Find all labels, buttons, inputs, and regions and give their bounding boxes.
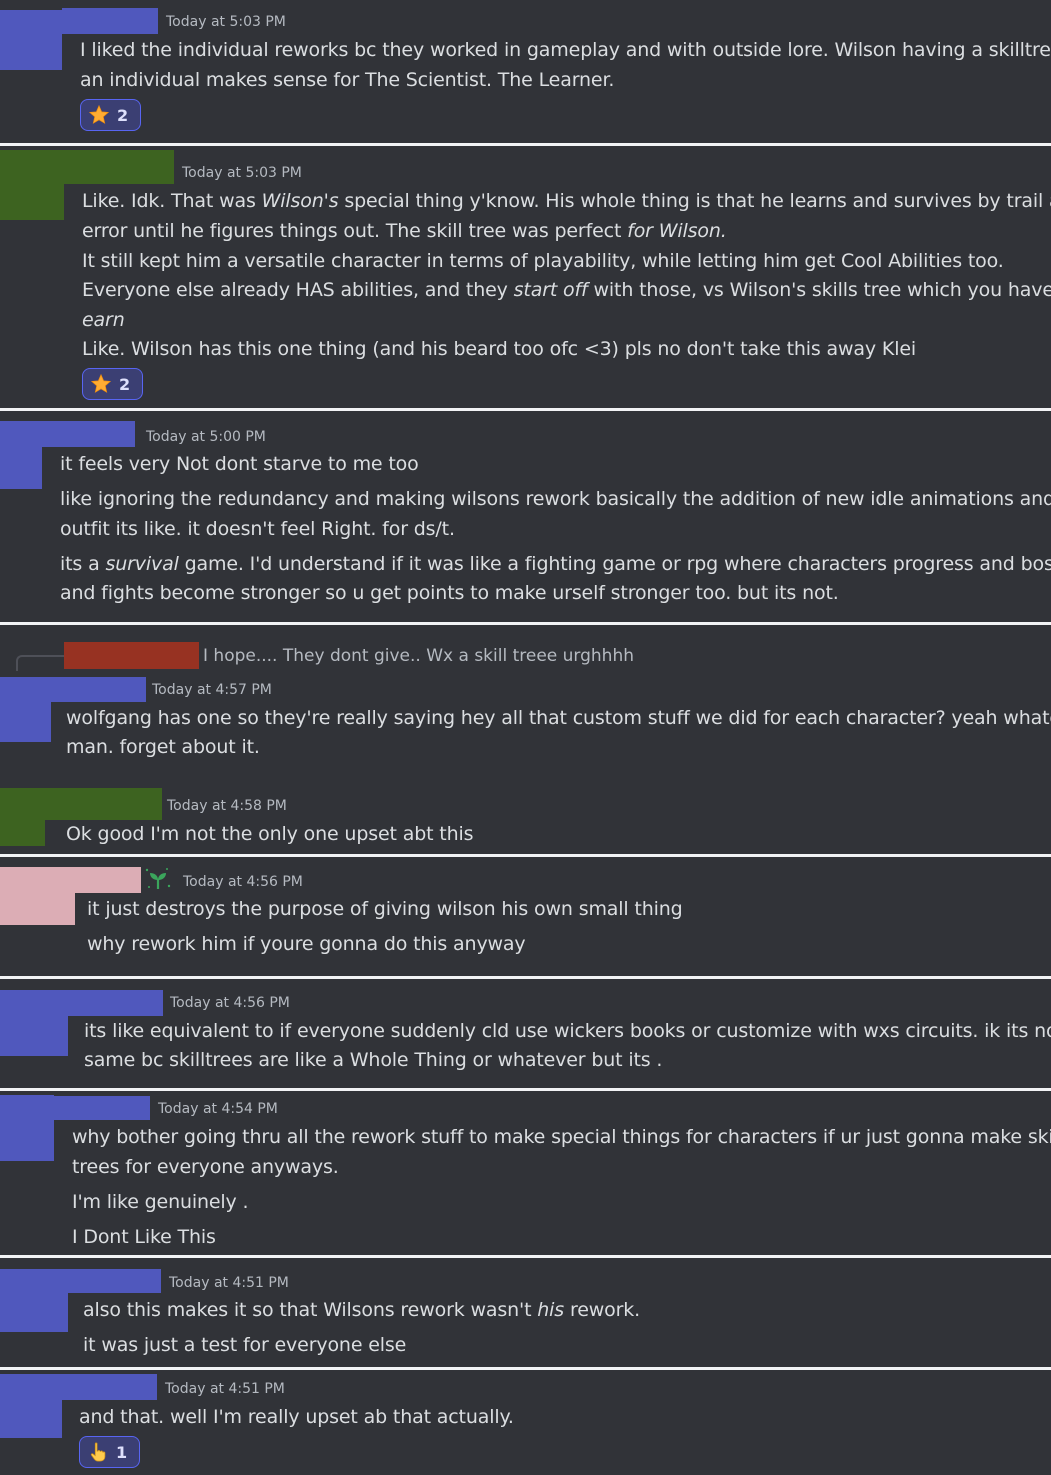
message-text: Ok good I'm not the only one upset abt t…: [66, 823, 474, 845]
message-text: why bother going thru all the rework stu…: [72, 1126, 1051, 1148]
message-text: error until he figures things out. The s…: [82, 220, 727, 242]
message-text: its like equivalent to if everyone sudde…: [84, 1020, 1051, 1042]
star-icon: [88, 104, 110, 124]
message-text: It still kept him a versatile character …: [82, 250, 1004, 272]
redacted-avatar: [0, 1095, 54, 1161]
reply-connector: [16, 655, 64, 671]
reaction-button[interactable]: 2: [80, 99, 141, 131]
reaction-count: 1: [116, 1442, 128, 1462]
message-text: earn: [82, 309, 125, 331]
chat-message: Today at 4:56 PM its like equivalent to …: [0, 979, 1051, 1088]
redacted-username: [62, 8, 158, 34]
reaction-button[interactable]: 2: [82, 368, 143, 400]
chat-message: Today at 4:56 PM it just destroys the pu…: [0, 857, 1051, 976]
message-timestamp: Today at 4:56 PM: [170, 995, 290, 1011]
message-text: Like. Idk. That was Wilson's special thi…: [82, 190, 1051, 212]
message-text: Everyone else already HAS abilities, and…: [82, 279, 1051, 301]
redacted-replied-username: [64, 642, 199, 669]
message-text: man. forget about it.: [66, 736, 260, 758]
chat-message: Today at 4:58 PM Ok good I'm not the onl…: [0, 775, 1051, 854]
redacted-avatar: [0, 788, 45, 846]
message-text: an individual makes sense for The Scient…: [80, 69, 615, 91]
chat-message: Today at 5:03 PM I liked the individual …: [0, 0, 1051, 143]
message-text: why rework him if youre gonna do this an…: [87, 933, 526, 955]
reaction-button[interactable]: 1: [79, 1436, 140, 1468]
redacted-username: [75, 867, 141, 893]
chat-message: Today at 5:03 PM Like. Idk. That was Wil…: [0, 146, 1051, 408]
message-text: Like. Wilson has this one thing (and his…: [82, 338, 917, 360]
message-text: I'm like genuinely .: [72, 1191, 249, 1213]
message-text: and fights become stronger so u get poin…: [60, 582, 839, 604]
redacted-avatar: [0, 677, 51, 742]
message-text: same bc skilltrees are like a Whole Thin…: [84, 1049, 663, 1071]
sprout-icon: [145, 868, 171, 889]
chat-message: Today at 4:54 PM why bother going thru a…: [0, 1091, 1051, 1255]
redacted-avatar: [0, 421, 42, 489]
redacted-username: [64, 150, 174, 184]
redacted-avatar: [0, 990, 68, 1056]
reaction-count: 2: [117, 105, 129, 125]
message-text: its a survival game. I'd understand if i…: [60, 553, 1051, 575]
message-timestamp: Today at 4:57 PM: [152, 682, 272, 698]
chat-message: Today at 4:51 PM and that. well I'm real…: [0, 1370, 1051, 1475]
chat-message: Today at 4:51 PM also this makes it so t…: [0, 1258, 1051, 1367]
redacted-username: [54, 1096, 150, 1120]
message-text: it was just a test for everyone else: [83, 1334, 407, 1356]
redacted-username: [51, 677, 146, 702]
message-timestamp: Today at 4:51 PM: [169, 1275, 289, 1291]
message-text: trees for everyone anyways.: [72, 1156, 339, 1178]
reply-preview[interactable]: I hope.... They dont give.. Wx a skill t…: [203, 646, 634, 666]
redacted-username: [45, 788, 162, 820]
redacted-avatar: [0, 867, 75, 925]
chat-message: Today at 5:00 PM it feels very Not dont …: [0, 411, 1051, 622]
redacted-avatar: [0, 1269, 68, 1332]
message-timestamp: Today at 5:00 PM: [146, 429, 266, 445]
message-text: wolfgang has one so they're really sayin…: [66, 707, 1051, 729]
pointing-hand-icon: [90, 1442, 106, 1462]
message-timestamp: Today at 4:54 PM: [158, 1101, 278, 1117]
redacted-username: [68, 1269, 161, 1293]
message-text: it just destroys the purpose of giving w…: [87, 898, 683, 920]
redacted-avatar: [0, 150, 64, 220]
chat-message: I hope.... They dont give.. Wx a skill t…: [0, 625, 1051, 775]
message-timestamp: Today at 5:03 PM: [182, 165, 302, 181]
message-text: like ignoring the redundancy and making …: [60, 488, 1051, 510]
message-timestamp: Today at 4:56 PM: [183, 874, 303, 890]
message-text: it feels very Not dont starve to me too: [60, 453, 419, 475]
message-text: also this makes it so that Wilsons rewor…: [83, 1299, 641, 1321]
redacted-username: [68, 990, 163, 1016]
message-timestamp: Today at 5:03 PM: [166, 14, 286, 30]
message-text: and that. well I'm really upset ab that …: [79, 1406, 514, 1428]
message-text: outfit its like. it doesn't feel Right. …: [60, 518, 455, 540]
message-timestamp: Today at 4:58 PM: [167, 798, 287, 814]
message-text: I Dont Like This: [72, 1226, 216, 1248]
message-text: I liked the individual reworks bc they w…: [80, 39, 1051, 61]
redacted-avatar: [0, 10, 62, 70]
redacted-username: [42, 421, 135, 447]
message-timestamp: Today at 4:51 PM: [165, 1381, 285, 1397]
redacted-username: [62, 1374, 157, 1400]
reaction-count: 2: [119, 374, 131, 394]
redacted-avatar: [0, 1374, 62, 1438]
star-icon: [90, 373, 112, 393]
